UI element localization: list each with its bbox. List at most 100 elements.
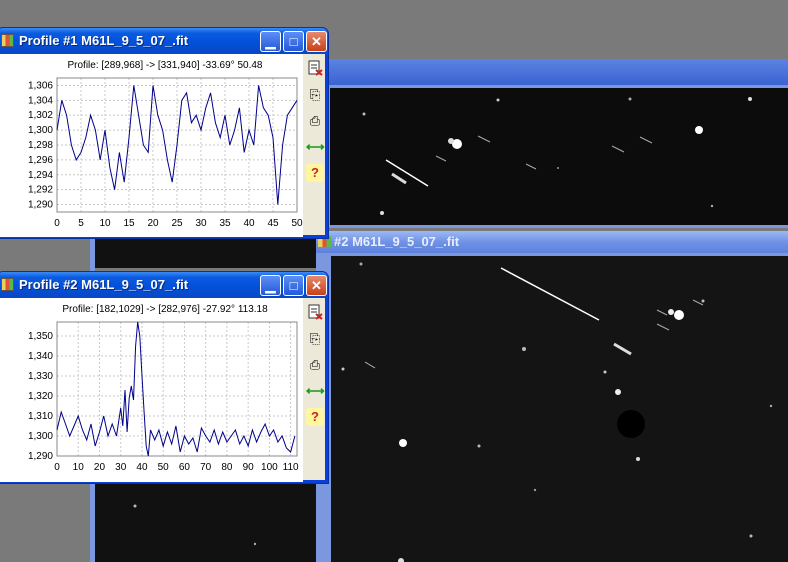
maximize-button[interactable]: □ <box>283 275 304 296</box>
help-icon[interactable]: ? <box>306 408 324 426</box>
profile-plot-2-area: Profile: [182,1029] -> [282,976] -27.92°… <box>0 298 303 482</box>
x-tick-label: 100 <box>261 462 278 473</box>
x-tick-label: 50 <box>158 462 170 473</box>
profile-window-1-title: Profile #1 M61L_9_5_07_.fit <box>19 33 189 48</box>
x-tick-label: 30 <box>195 218 207 229</box>
x-tick-label: 20 <box>94 462 106 473</box>
maximize-button[interactable]: □ <box>283 31 304 52</box>
y-tick-label: 1,350 <box>28 331 53 342</box>
minimize-button[interactable]: ▁ <box>260 31 281 52</box>
y-tick-label: 1,320 <box>28 391 53 402</box>
profile-app-icon <box>1 278 14 291</box>
profile-caption: Profile: [182,1029] -> [282,976] -27.92°… <box>62 304 268 315</box>
x-tick-label: 70 <box>200 462 212 473</box>
image-window-left-strip <box>95 238 317 268</box>
star <box>380 211 384 215</box>
satellite-trail <box>500 267 600 321</box>
star <box>748 97 752 101</box>
satellite-trail <box>385 159 429 187</box>
close-button[interactable]: ✕ <box>306 275 327 296</box>
profile-window-2-title: Profile #2 M61L_9_5_07_.fit <box>19 277 189 292</box>
image-window-2-titlebar[interactable]: #2 M61L_9_5_07_.fit <box>316 231 788 253</box>
star <box>522 347 526 351</box>
profile-1-toolbar: ⎘ ⎙ ⟷ ? <box>306 60 328 190</box>
star <box>448 138 454 144</box>
star <box>133 504 137 508</box>
x-tick-label: 15 <box>123 218 135 229</box>
y-tick-label: 1,306 <box>28 80 53 91</box>
x-tick-label: 45 <box>267 218 279 229</box>
resize-icon[interactable]: ⟷ <box>306 382 325 400</box>
star <box>362 112 366 116</box>
satellite-trail <box>613 342 632 356</box>
resize-icon[interactable]: ⟷ <box>306 138 325 156</box>
profile-plot-1-area: Profile: [289,968] -> [331,940] -33.69° … <box>0 54 303 237</box>
star <box>477 444 481 448</box>
x-tick-label: 60 <box>179 462 191 473</box>
x-tick-label: 50 <box>291 218 303 229</box>
y-tick-label: 1,302 <box>28 110 53 121</box>
satellite-trail <box>656 323 670 331</box>
satellite-trail <box>477 135 491 143</box>
star <box>533 488 537 492</box>
print-icon[interactable]: ⎙ <box>306 112 324 130</box>
y-tick-label: 1,292 <box>28 185 53 196</box>
copy-icon[interactable]: ⎘ <box>306 86 324 104</box>
copy-icon[interactable]: ⎘ <box>306 330 324 348</box>
profile-caption: Profile: [289,968] -> [331,940] -33.69° … <box>68 60 263 71</box>
profile-window-2[interactable]: Profile #2 M61L_9_5_07_.fit ▁ □ ✕ Profil… <box>0 271 329 484</box>
dark-blob <box>617 410 645 438</box>
satellite-trail <box>435 155 447 162</box>
y-tick-label: 1,330 <box>28 371 53 382</box>
star <box>769 404 773 408</box>
satellite-trail <box>525 163 537 170</box>
profile-2-toolbar: ⎘ ⎙ ⟷ ? <box>306 304 328 434</box>
y-tick-label: 1,310 <box>28 411 53 422</box>
satellite-trail <box>656 309 668 316</box>
y-tick-label: 1,298 <box>28 140 53 151</box>
profile-window-1-titlebar[interactable]: Profile #1 M61L_9_5_07_.fit ▁ □ ✕ <box>0 28 328 54</box>
y-tick-label: 1,294 <box>28 170 53 181</box>
y-tick-label: 1,300 <box>28 125 53 136</box>
image-window-2-title: #2 M61L_9_5_07_.fit <box>334 234 460 249</box>
x-tick-label: 0 <box>54 218 60 229</box>
image-window-2-canvas[interactable] <box>331 256 788 562</box>
x-tick-label: 0 <box>54 462 60 473</box>
starfield-1 <box>362 97 752 215</box>
help-icon[interactable]: ? <box>306 164 324 182</box>
x-tick-label: 90 <box>243 462 255 473</box>
y-tick-label: 1,296 <box>28 155 53 166</box>
x-tick-label: 80 <box>221 462 233 473</box>
print-icon[interactable]: ⎙ <box>306 356 324 374</box>
star <box>253 542 257 546</box>
y-tick-label: 1,290 <box>28 200 53 211</box>
star <box>701 299 705 303</box>
star <box>557 167 559 169</box>
star <box>710 204 714 208</box>
star <box>674 310 684 320</box>
profile-window-2-titlebar[interactable]: Profile #2 M61L_9_5_07_.fit ▁ □ ✕ <box>0 272 328 298</box>
star <box>615 389 621 395</box>
star <box>749 534 753 538</box>
star <box>398 558 404 562</box>
x-tick-label: 20 <box>147 218 159 229</box>
image-window-1-titlebar[interactable] <box>316 59 788 85</box>
minimize-button[interactable]: ▁ <box>260 275 281 296</box>
star <box>399 439 407 447</box>
profile-window-1[interactable]: Profile #1 M61L_9_5_07_.fit ▁ □ ✕ Profil… <box>0 27 329 239</box>
y-tick-label: 1,290 <box>28 451 53 462</box>
close-button[interactable]: ✕ <box>306 31 327 52</box>
image-window-1-canvas[interactable] <box>330 88 788 225</box>
satellite-trail <box>391 172 407 185</box>
export-icon[interactable] <box>306 304 324 322</box>
x-tick-label: 10 <box>73 462 85 473</box>
satellite-trail <box>692 299 704 306</box>
profile-window-2-client: Profile: [182,1029] -> [282,976] -27.92°… <box>0 298 328 482</box>
starfield-2 <box>341 262 773 562</box>
export-icon[interactable] <box>306 60 324 78</box>
y-tick-label: 1,304 <box>28 95 53 106</box>
profile-series-line <box>56 321 296 457</box>
star <box>668 309 674 315</box>
image-window-left-strip-lower <box>95 484 317 562</box>
satellite-trail <box>364 361 376 369</box>
